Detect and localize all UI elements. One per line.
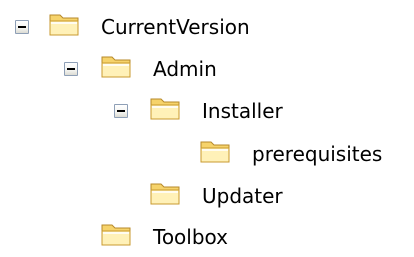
folder-icon <box>199 138 231 164</box>
tree-item-label[interactable]: Updater <box>202 184 283 208</box>
folder-tree: CurrentVersion Admin Installer prerequis… <box>0 0 414 257</box>
folder-icon <box>149 180 181 206</box>
folder-icon <box>100 53 132 79</box>
folder-icon-svg <box>150 98 180 120</box>
tree-item-label[interactable]: prerequisites <box>252 142 382 166</box>
folder-icon-svg <box>200 141 230 163</box>
folder-icon <box>100 221 132 247</box>
folder-icon <box>149 95 181 121</box>
folder-icon-svg <box>150 183 180 205</box>
tree-item-label[interactable]: Admin <box>153 57 217 81</box>
folder-icon <box>48 11 80 37</box>
collapse-toggle-installer[interactable] <box>114 104 128 118</box>
collapse-toggle-currentversion[interactable] <box>15 20 29 34</box>
tree-item-label[interactable]: Toolbox <box>153 225 228 249</box>
folder-icon-svg <box>101 56 131 78</box>
folder-icon-svg <box>101 224 131 246</box>
folder-icon-svg <box>49 14 79 36</box>
collapse-toggle-admin[interactable] <box>64 62 78 76</box>
tree-item-label[interactable]: Installer <box>202 99 283 123</box>
tree-item-label[interactable]: CurrentVersion <box>101 15 250 39</box>
